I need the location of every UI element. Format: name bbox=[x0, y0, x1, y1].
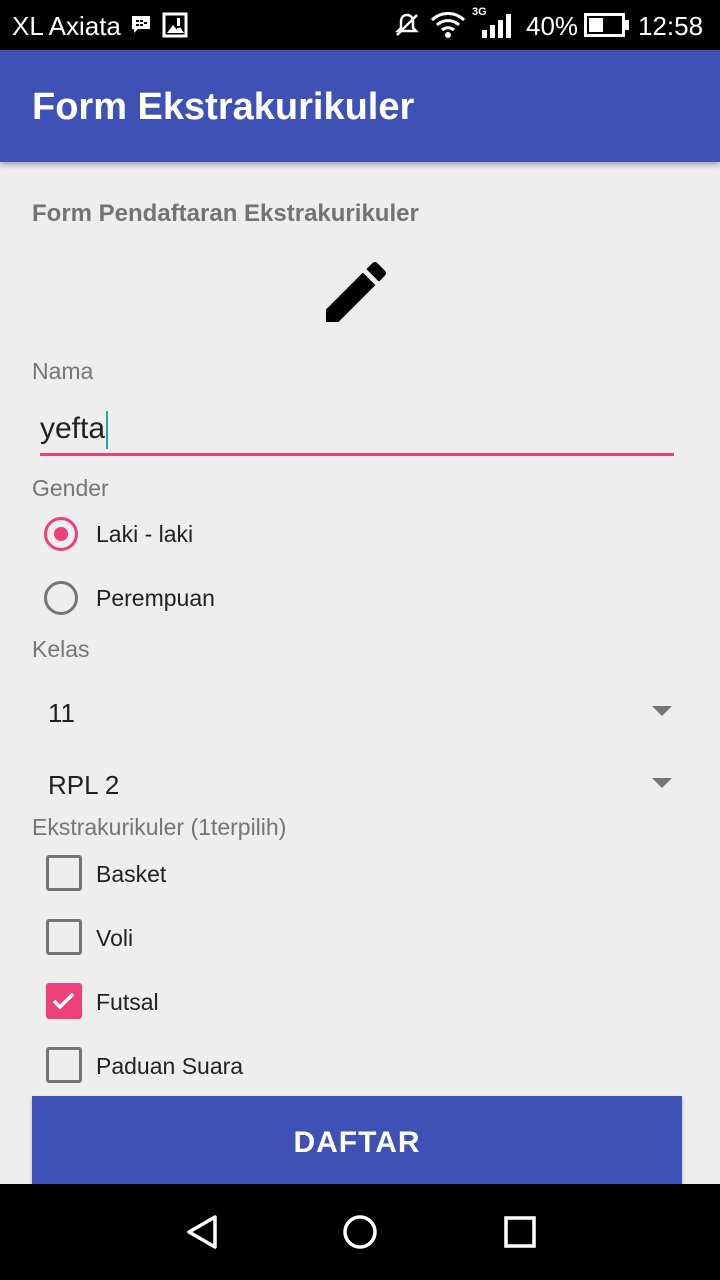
back-icon[interactable] bbox=[184, 1214, 220, 1250]
status-bar: XL Axiata 3G 40% 12:58 bbox=[0, 0, 720, 50]
jurusan-spinner[interactable]: RPL 2 bbox=[32, 756, 682, 812]
dropdown-arrow-icon bbox=[652, 706, 672, 716]
name-label: Nama bbox=[32, 358, 94, 384]
navigation-bar bbox=[0, 1184, 720, 1280]
checkbox-icon[interactable] bbox=[46, 1047, 82, 1083]
name-input-value: yefta bbox=[40, 411, 106, 445]
form-heading: Form Pendaftaran Ekstrakurikuler bbox=[32, 200, 419, 227]
ekskul-label: Ekstrakurikuler (1terpilih) bbox=[32, 814, 287, 840]
checkbox-label: Voli bbox=[96, 925, 134, 951]
checkbox-label: Basket bbox=[96, 861, 167, 887]
home-icon[interactable] bbox=[342, 1214, 378, 1250]
battery-icon bbox=[584, 13, 629, 37]
radio-button-selected-icon[interactable] bbox=[44, 517, 78, 551]
checkbox-label: Futsal bbox=[96, 989, 159, 1015]
checkbox-icon[interactable] bbox=[46, 855, 82, 891]
kelas-spinner-value: 11 bbox=[48, 698, 75, 728]
radio-label: Perempuan bbox=[96, 585, 215, 611]
app-bar: Form Ekstrakurikuler bbox=[0, 50, 720, 162]
radio-label: Laki - laki bbox=[96, 521, 194, 547]
wifi-icon bbox=[430, 12, 466, 38]
checkbox-checked-icon[interactable] bbox=[46, 983, 82, 1019]
clock: 12:58 bbox=[638, 11, 704, 41]
name-input[interactable]: yefta bbox=[40, 405, 674, 456]
image-icon bbox=[162, 12, 188, 38]
daftar-button-label: DAFTAR bbox=[293, 1126, 421, 1159]
recents-icon[interactable] bbox=[503, 1215, 537, 1249]
kelas-label: Kelas bbox=[32, 636, 90, 662]
carrier-name: XL Axiata bbox=[12, 11, 121, 41]
mute-icon bbox=[394, 13, 420, 36]
signal-icon bbox=[482, 14, 511, 38]
checkbox-icon[interactable] bbox=[46, 919, 82, 955]
pencil-icon bbox=[326, 261, 387, 322]
dropdown-arrow-icon bbox=[652, 778, 672, 788]
text-cursor bbox=[106, 411, 109, 449]
battery-percentage: 40% bbox=[526, 11, 579, 41]
app-title: Form Ekstrakurikuler bbox=[32, 86, 415, 128]
bbm-icon bbox=[132, 16, 150, 33]
radio-button-icon[interactable] bbox=[44, 581, 78, 615]
daftar-button[interactable]: DAFTAR bbox=[32, 1096, 682, 1184]
kelas-spinner[interactable]: 11 bbox=[32, 684, 682, 740]
checkbox-label: Paduan Suara bbox=[96, 1053, 244, 1079]
jurusan-spinner-value: RPL 2 bbox=[48, 770, 120, 800]
gender-label: Gender bbox=[32, 475, 109, 501]
